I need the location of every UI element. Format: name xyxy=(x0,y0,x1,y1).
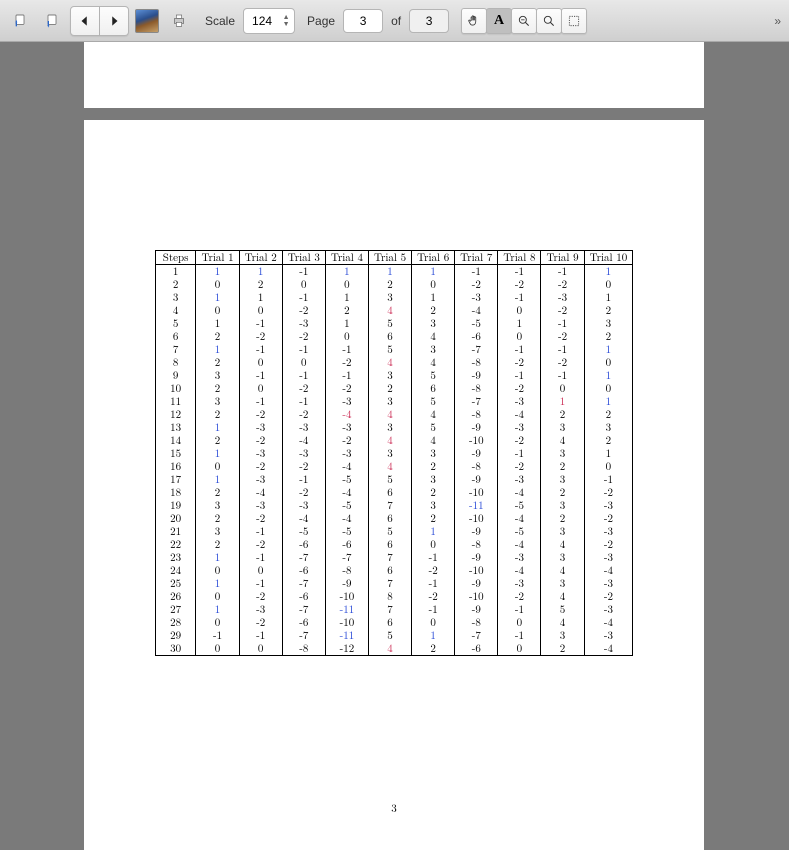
cell-value: 1 xyxy=(584,265,633,279)
next-page-button[interactable] xyxy=(100,6,129,36)
cell-value: 2 xyxy=(541,642,584,656)
zoom-in-button[interactable] xyxy=(511,8,537,34)
print-button[interactable] xyxy=(165,7,193,35)
page-gap xyxy=(84,108,704,120)
marquee-tool-button[interactable] xyxy=(561,8,587,34)
cell-value: 1 xyxy=(368,265,411,279)
cell-value: -1 xyxy=(541,265,584,279)
col-trial: Trial 7 xyxy=(455,251,498,265)
cell-value: 1 xyxy=(412,265,455,279)
marquee-icon xyxy=(567,14,581,28)
photo-thumb-icon xyxy=(135,9,159,33)
col-trial: Trial 6 xyxy=(412,251,455,265)
col-trial: Trial 10 xyxy=(584,251,633,265)
current-page: StepsTrial 1Trial 2Trial 3Trial 4Trial 5… xyxy=(84,120,704,850)
col-trial: Trial 8 xyxy=(498,251,541,265)
cell-value: 4 xyxy=(368,642,411,656)
document-viewport[interactable]: StepsTrial 1Trial 2Trial 3Trial 4Trial 5… xyxy=(0,42,789,850)
scale-stepper-icon[interactable]: ▲▼ xyxy=(279,14,293,28)
trials-table: StepsTrial 1Trial 2Trial 3Trial 4Trial 5… xyxy=(155,250,633,656)
col-steps: Steps xyxy=(155,251,196,265)
table-row: 3000-8-1242-602-4 xyxy=(155,642,632,656)
hand-icon xyxy=(467,14,481,28)
cell-value: -1 xyxy=(455,265,498,279)
cell-value: -8 xyxy=(282,642,325,656)
cell-value: 0 xyxy=(498,642,541,656)
text-select-tool-button[interactable]: A xyxy=(486,8,512,34)
chevrons-right-icon: » xyxy=(774,14,781,28)
page-number: 3 xyxy=(84,801,704,816)
cell-value: 2 xyxy=(412,642,455,656)
toolbar: Scale ▲▼ Page 3 of 3 A » xyxy=(0,0,789,42)
previous-page-tail xyxy=(84,42,704,108)
cell-value: 1 xyxy=(239,265,282,279)
of-label: of xyxy=(391,14,401,28)
cell-value: 1 xyxy=(325,265,368,279)
page-up-button[interactable] xyxy=(6,7,34,35)
total-pages-value: 3 xyxy=(426,14,433,28)
cell-value: -12 xyxy=(325,642,368,656)
page-down-button[interactable] xyxy=(38,7,66,35)
col-trial: Trial 4 xyxy=(325,251,368,265)
prev-next-seg xyxy=(70,6,129,36)
page-label: Page xyxy=(307,14,335,28)
thumbnail-button[interactable] xyxy=(133,7,161,35)
scale-input[interactable]: ▲▼ xyxy=(243,8,295,34)
magnifier-icon xyxy=(542,14,556,28)
zoom-out-button[interactable] xyxy=(536,8,562,34)
hand-tool-button[interactable] xyxy=(461,8,487,34)
scale-label: Scale xyxy=(205,14,235,28)
cell-step: 1 xyxy=(155,265,196,279)
col-trial: Trial 9 xyxy=(541,251,584,265)
cell-value: 0 xyxy=(239,642,282,656)
text-tool-icon: A xyxy=(494,13,504,29)
cell-value: 0 xyxy=(196,642,239,656)
cell-value: -6 xyxy=(455,642,498,656)
col-trial: Trial 3 xyxy=(282,251,325,265)
col-trial: Trial 1 xyxy=(196,251,239,265)
cell-step: 30 xyxy=(155,642,196,656)
current-page-input[interactable]: 3 xyxy=(343,9,383,33)
table-row: 111-1111-1-1-11 xyxy=(155,265,632,279)
total-pages-display: 3 xyxy=(409,9,449,33)
cell-value: -1 xyxy=(282,265,325,279)
table-body: 111-1111-1-1-112020020-2-2-20311-1131-3-… xyxy=(155,265,632,656)
cell-value: -4 xyxy=(584,642,633,656)
tool-cluster: A xyxy=(461,8,587,34)
cell-value: -1 xyxy=(498,265,541,279)
printer-icon xyxy=(171,13,187,29)
table-header-row: StepsTrial 1Trial 2Trial 3Trial 4Trial 5… xyxy=(155,251,632,265)
prev-page-button[interactable] xyxy=(70,6,100,36)
cell-value: 1 xyxy=(196,265,239,279)
current-page-value: 3 xyxy=(360,14,367,28)
col-trial: Trial 2 xyxy=(239,251,282,265)
toolbar-overflow-button[interactable]: » xyxy=(774,0,781,41)
col-trial: Trial 5 xyxy=(368,251,411,265)
scale-value[interactable] xyxy=(245,13,279,29)
magnifier-plus-icon xyxy=(517,14,531,28)
